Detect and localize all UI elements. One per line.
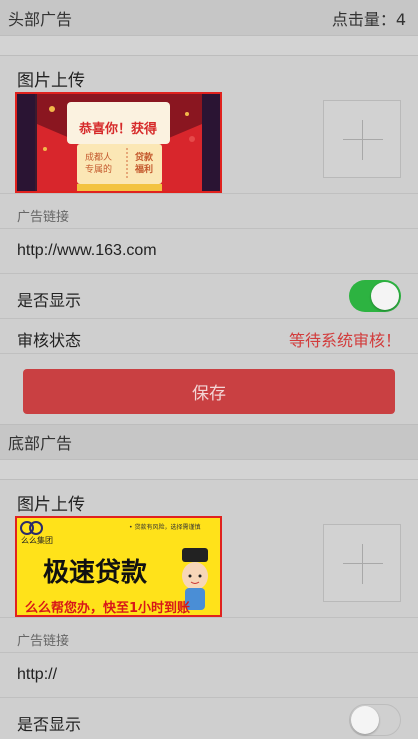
image-tagline: 么么帮您办，快至1小时到账 [25, 601, 191, 616]
add-image-button[interactable] [323, 524, 401, 602]
top-ad-title: 头部广告 [8, 9, 73, 29]
show-toggle-row: 是否显示 [0, 274, 418, 319]
plus-icon [343, 139, 383, 140]
upload-title: 图片上传 [17, 71, 85, 91]
top-image-upload: 图片上传 恭喜你！获得 成都人 专属的 贷款 福利 [0, 56, 418, 194]
image-slogan: • 贷款有风险，选择需谨慎 [129, 524, 201, 531]
image-headline: 恭喜你！获得 [79, 122, 158, 137]
spacer [0, 36, 418, 56]
top-ad-header: 头部广告 点击量：4 [0, 0, 418, 36]
review-status: 等待系统审核！ [288, 331, 401, 350]
show-toggle-row: 是否显示 [0, 698, 418, 739]
bottom-image-upload: 图片上传 么么集团 • 贷款有风险，选择需谨慎 极速贷款 么么帮您办，快至1小时… [0, 480, 418, 618]
toggle-knob [351, 706, 379, 734]
top-ad-image[interactable]: 恭喜你！获得 成都人 专属的 贷款 福利 [15, 92, 222, 193]
bottom-ad-title: 底部广告 [8, 434, 73, 453]
image-right-text: 贷款 福利 [135, 153, 154, 175]
link-label-row: 广告链接 [0, 618, 418, 653]
image-left-text: 成都人 专属的 [85, 153, 113, 175]
link-label: 广告链接 [17, 210, 70, 225]
bottom-ad-header: 底部广告 [0, 424, 418, 460]
link-label: 广告链接 [17, 634, 70, 649]
show-label: 是否显示 [17, 715, 82, 734]
image-headline: 极速贷款 [43, 558, 148, 588]
save-button[interactable]: 保存 [23, 369, 395, 414]
show-toggle[interactable] [349, 280, 401, 312]
review-status-row: 审核状态 等待系统审核！ [0, 319, 418, 354]
review-label: 审核状态 [17, 331, 82, 350]
add-image-button[interactable] [323, 100, 401, 178]
plus-icon [343, 563, 383, 564]
upload-title: 图片上传 [17, 495, 85, 515]
show-label: 是否显示 [17, 291, 82, 310]
click-count: 点击量：4 [331, 9, 406, 29]
spacer [0, 460, 418, 480]
link-label-row: 广告链接 [0, 194, 418, 229]
link-input[interactable]: http:// [0, 653, 418, 698]
show-toggle[interactable] [349, 704, 401, 736]
link-value: http:// [17, 666, 58, 683]
link-value: http://www.163.com [17, 242, 157, 259]
toggle-knob [371, 282, 399, 310]
link-input[interactable]: http://www.163.com [0, 229, 418, 274]
brand-name: 么么集团 [21, 536, 53, 545]
bottom-ad-image[interactable]: 么么集团 • 贷款有风险，选择需谨慎 极速贷款 么么帮您办，快至1小时到账 [15, 516, 222, 617]
